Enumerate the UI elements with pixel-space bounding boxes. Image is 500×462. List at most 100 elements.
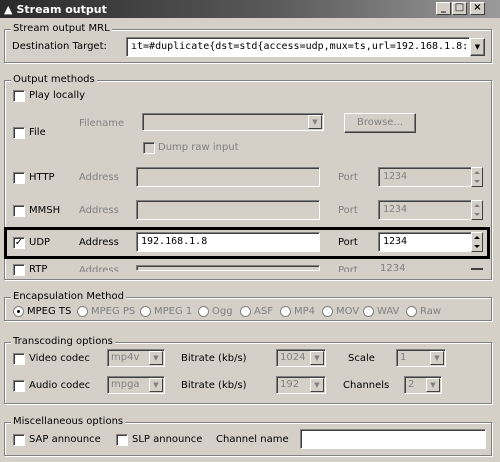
video-codec-checkbox[interactable]: [13, 353, 25, 365]
rtp-label: RTP: [29, 264, 48, 275]
rtp-address-input[interactable]: [136, 265, 320, 271]
maximize-button[interactable]: □: [452, 2, 467, 15]
udp-address-label: Address: [79, 237, 119, 248]
browse-button[interactable]: Browse...: [344, 113, 416, 133]
radio-raw[interactable]: [406, 306, 417, 317]
slp-announce-checkbox[interactable]: [116, 434, 128, 446]
http-label: HTTP: [29, 172, 55, 183]
radio-label-asf: ASF: [254, 306, 273, 317]
radio-mpeg-ts[interactable]: [13, 306, 24, 317]
destination-dropdown-button[interactable]: ▼: [470, 38, 485, 56]
audio-codec-checkbox[interactable]: [13, 380, 25, 392]
chevron-down-icon: ▼: [308, 115, 322, 129]
mmsh-address-label: Address: [79, 205, 119, 216]
chevron-down-icon: ▼: [426, 378, 440, 392]
radio-mpeg-ps[interactable]: [77, 306, 88, 317]
title-bar: ▲ Stream output _ □ ×: [0, 0, 500, 18]
mmsh-port-input[interactable]: 1234: [378, 200, 472, 220]
rtp-port-label: Port: [338, 265, 358, 272]
mmsh-checkbox[interactable]: [13, 205, 25, 217]
http-port-spinner[interactable]: [471, 167, 483, 187]
channels-select[interactable]: 2 ▼: [404, 376, 442, 394]
radio-mpeg-1[interactable]: [140, 306, 151, 317]
channels-value: 2: [408, 379, 415, 390]
radio-asf[interactable]: [240, 306, 251, 317]
udp-port-input[interactable]: 1234: [378, 232, 472, 252]
udp-label: UDP: [29, 237, 51, 248]
close-button[interactable]: ×: [470, 2, 485, 15]
audio-codec-select[interactable]: mpga ▼: [107, 376, 165, 394]
destination-target-label: Destination Target:: [12, 41, 107, 52]
video-codec-value: mp4v: [111, 352, 140, 363]
video-codec-label: Video codec: [29, 353, 90, 364]
channel-name-label: Channel name: [216, 434, 289, 445]
radio-mov[interactable]: [322, 306, 333, 317]
rtp-address-label: Address: [79, 265, 119, 272]
play-locally-checkbox[interactable]: [13, 90, 25, 102]
mmsh-port-label: Port: [338, 205, 358, 216]
radio-wav[interactable]: [363, 306, 374, 317]
radio-label-wav: WAV: [377, 306, 400, 317]
video-codec-select[interactable]: mp4v ▼: [107, 349, 165, 367]
audio-codec-value: mpga: [111, 379, 140, 390]
chevron-down-icon: ▼: [430, 351, 444, 365]
chevron-down-icon: ▼: [310, 351, 324, 365]
udp-port-spinner[interactable]: [471, 232, 483, 252]
mmsh-address-input[interactable]: [136, 200, 320, 220]
misc-legend: Miscellaneous options: [11, 416, 126, 427]
udp-checkbox[interactable]: ✓: [13, 237, 25, 249]
radio-label-mpeg-ts: MPEG TS: [27, 306, 72, 317]
radio-label-ogg: Ogg: [212, 306, 233, 317]
dump-raw-checkbox[interactable]: [143, 142, 155, 154]
http-checkbox[interactable]: [13, 172, 25, 184]
filename-label: Filename: [79, 118, 125, 129]
chevron-down-icon: ▼: [149, 378, 163, 392]
destination-target-input[interactable]: ıt=#duplicate{dst=std{access=udp,mux=ts,…: [126, 37, 470, 57]
dump-raw-label: Dump raw input: [158, 142, 239, 153]
mmsh-label: MMSH: [29, 205, 61, 216]
http-port-input[interactable]: 1234: [378, 167, 472, 187]
audio-bitrate-label: Bitrate (kb/s): [181, 380, 247, 391]
radio-ogg[interactable]: [198, 306, 209, 317]
audio-codec-label: Audio codec: [29, 380, 91, 391]
encapsulation-legend: Encapsulation Method: [11, 291, 126, 302]
file-checkbox[interactable]: [13, 127, 25, 139]
http-address-input[interactable]: [136, 167, 320, 187]
udp-port-label: Port: [338, 237, 358, 248]
video-bitrate-select[interactable]: 1024 ▼: [276, 349, 326, 367]
chevron-down-icon: ▼: [149, 351, 163, 365]
chevron-down-icon: ▼: [310, 378, 324, 392]
http-port-label: Port: [338, 172, 358, 183]
minimize-button[interactable]: _: [436, 2, 451, 15]
vlc-cone-icon: ▲: [4, 2, 13, 16]
video-bitrate-label: Bitrate (kb/s): [181, 353, 247, 364]
scale-label: Scale: [348, 353, 375, 364]
channel-name-input[interactable]: [300, 429, 486, 449]
play-locally-label: Play locally: [29, 90, 86, 101]
audio-bitrate-value: 192: [280, 379, 300, 390]
rtp-port-spinner[interactable]: [471, 268, 483, 270]
sap-announce-label: SAP announce: [29, 434, 101, 445]
filename-combo[interactable]: ▼: [142, 113, 324, 131]
radio-label-mov: MOV: [336, 306, 360, 317]
window-title: Stream output: [16, 2, 107, 16]
video-bitrate-value: 1024: [280, 352, 306, 363]
transcoding-legend: Transcoding options: [11, 336, 115, 347]
rtp-port-input[interactable]: 1234: [380, 263, 405, 272]
file-label: File: [29, 127, 46, 138]
http-address-label: Address: [79, 172, 119, 183]
udp-address-input[interactable]: 192.168.1.8: [136, 232, 320, 252]
sap-announce-checkbox[interactable]: [13, 434, 25, 446]
radio-label-raw: Raw: [420, 306, 442, 317]
channels-label: Channels: [343, 380, 390, 391]
rtp-checkbox[interactable]: [13, 264, 25, 276]
output-methods-legend: Output methods: [11, 74, 97, 85]
scale-select[interactable]: 1 ▼: [396, 349, 446, 367]
radio-mp4[interactable]: [280, 306, 291, 317]
audio-bitrate-select[interactable]: 192 ▼: [276, 376, 326, 394]
slp-announce-label: SLP announce: [132, 434, 203, 445]
mmsh-port-spinner[interactable]: [471, 200, 483, 220]
radio-label-mp4: MP4: [294, 306, 316, 317]
radio-label-mpeg-ps: MPEG PS: [91, 306, 136, 317]
mrl-legend: Stream output MRL: [11, 23, 112, 34]
